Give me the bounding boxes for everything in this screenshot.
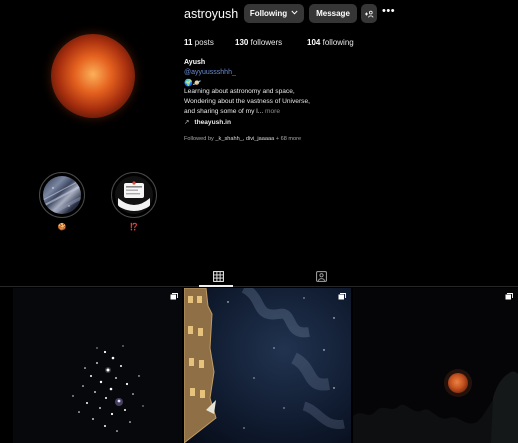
following-count-value: 104 bbox=[307, 38, 321, 47]
add-user-button[interactable] bbox=[361, 4, 377, 23]
tab-tagged[interactable] bbox=[307, 266, 335, 286]
username: astroyush bbox=[184, 7, 239, 21]
following-button-label: Following bbox=[249, 9, 288, 18]
multiple-photos-icon bbox=[170, 293, 178, 300]
following-count-label: following bbox=[322, 38, 354, 47]
highlight-label: 🍪 bbox=[57, 224, 67, 231]
bio-text-line: and sharing some of my l... more bbox=[184, 108, 280, 115]
followers-count-value: 130 bbox=[235, 38, 249, 47]
highlight-cover-image bbox=[115, 176, 153, 214]
following-button[interactable]: Following bbox=[244, 4, 304, 23]
post-image-star-cluster bbox=[72, 345, 144, 432]
website-link-text: theayush.in bbox=[194, 119, 232, 126]
posts-count-label: posts bbox=[194, 38, 214, 47]
following-link[interactable]: 104 following bbox=[307, 38, 354, 47]
followed-by[interactable]: Followed by _k_shahh_, divi_jaaaaa + 68 … bbox=[184, 136, 301, 142]
highlight-2[interactable] bbox=[111, 172, 157, 218]
highlight-label: ⁉️ bbox=[129, 224, 139, 231]
bio-text-line: Wondering about the vastness of Universe… bbox=[184, 98, 310, 105]
posts-count-value: 11 bbox=[184, 38, 193, 47]
tab-posts[interactable] bbox=[204, 266, 232, 286]
bio-handle-link[interactable]: @ayyuussshhh_ bbox=[184, 69, 236, 76]
bio-text-truncated: and sharing some of my l... bbox=[184, 108, 264, 115]
posts-count: 11 posts bbox=[184, 38, 214, 47]
highlight-1[interactable] bbox=[39, 172, 85, 218]
bio-more-link[interactable]: more bbox=[265, 108, 280, 115]
post-image-red-moon bbox=[353, 369, 518, 443]
post-image-night-sky-building bbox=[184, 288, 345, 443]
more-icon[interactable]: ••• bbox=[382, 5, 395, 17]
message-button[interactable]: Message bbox=[309, 4, 357, 23]
tab-divider bbox=[0, 286, 518, 287]
profile-avatar[interactable] bbox=[51, 34, 135, 118]
post-tile[interactable] bbox=[13, 288, 182, 443]
followers-link[interactable]: 130 followers bbox=[235, 38, 282, 47]
bio-emoji: 🌍🪐 bbox=[184, 80, 202, 87]
post-tile[interactable] bbox=[184, 288, 351, 443]
link-icon: ↗ bbox=[184, 119, 190, 126]
multiple-photos-icon bbox=[338, 293, 346, 300]
multiple-photos-icon bbox=[505, 293, 513, 300]
grid-icon bbox=[212, 270, 224, 282]
message-button-label: Message bbox=[316, 9, 350, 18]
followers-count-label: followers bbox=[250, 38, 283, 47]
website-link[interactable]: ↗ theayush.in bbox=[184, 118, 231, 126]
highlight-cover-image bbox=[43, 176, 81, 214]
followed-by-names: _k_shahh_, divi_jaaaaa bbox=[215, 136, 275, 142]
post-tile[interactable] bbox=[353, 288, 518, 443]
followed-by-prefix: Followed by bbox=[184, 136, 214, 142]
chevron-down-icon bbox=[291, 10, 298, 17]
bio-text-line: Learning about astronomy and space, bbox=[184, 88, 295, 95]
add-user-icon bbox=[365, 10, 374, 18]
bio-name: Ayush bbox=[184, 59, 206, 66]
tagged-icon bbox=[315, 270, 327, 282]
followed-by-suffix: + 68 more bbox=[275, 136, 302, 142]
active-tab-indicator bbox=[199, 285, 233, 287]
